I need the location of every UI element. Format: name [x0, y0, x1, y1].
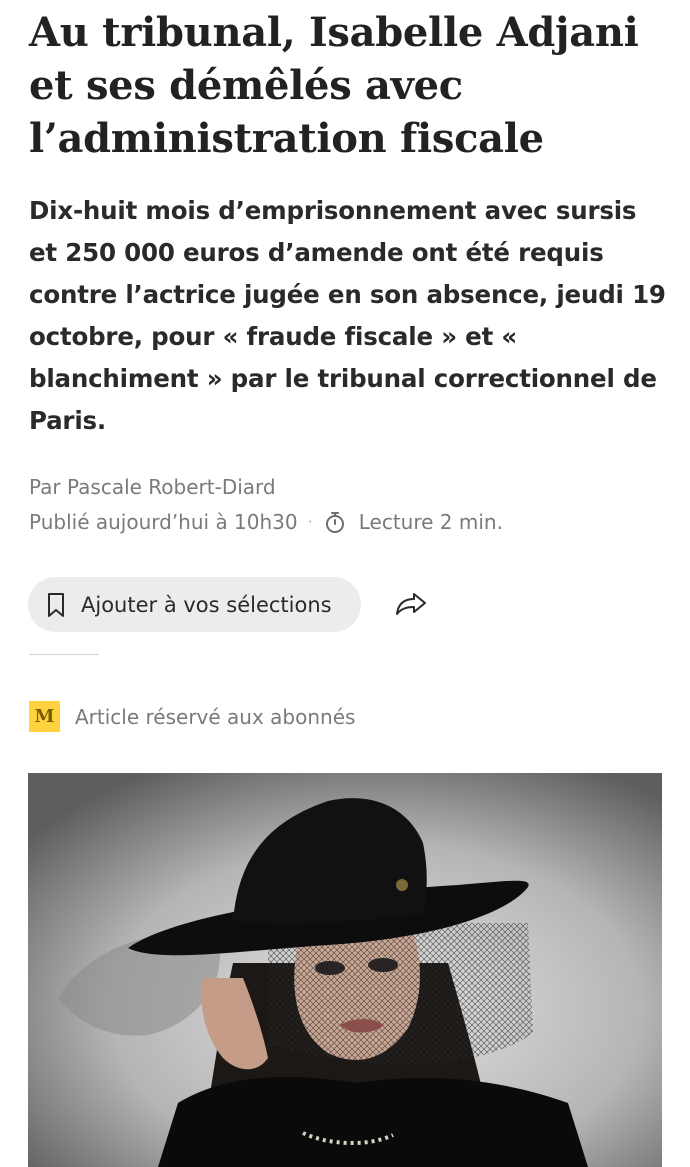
author-byline-text: Par Pascale Robert-Diard	[29, 475, 276, 499]
save-to-selections-button[interactable]: Ajouter à vos sélections	[28, 577, 361, 632]
meta-separator: ·	[307, 512, 313, 531]
publish-date: Publié aujourd’hui à 10h30	[29, 510, 298, 534]
article-photo[interactable]	[28, 773, 662, 1167]
article-meta: Publié aujourd’hui à 10h30 · Lecture 2 m…	[29, 507, 503, 537]
le-monde-logo-icon: M	[29, 701, 60, 732]
save-button-label: Ajouter à vos sélections	[81, 592, 332, 617]
section-divider	[29, 654, 99, 655]
reading-time: Lecture 2 min.	[358, 510, 503, 534]
share-arrow-icon	[394, 590, 428, 620]
article-photo-illustration	[28, 773, 662, 1167]
author-byline[interactable]: Par Pascale Robert-Diard	[29, 472, 276, 502]
subscriber-only-notice: M Article réservé aux abonnés	[29, 701, 355, 732]
article-title: Au tribunal, Isabelle Adjani et ses démê…	[29, 9, 639, 162]
share-button[interactable]	[392, 587, 430, 623]
article-lede: Dix-huit mois d’emprisonnement avec surs…	[29, 196, 666, 435]
subscriber-only-label: Article réservé aux abonnés	[75, 704, 356, 729]
stopwatch-icon	[323, 510, 347, 534]
bookmark-icon	[46, 592, 66, 618]
